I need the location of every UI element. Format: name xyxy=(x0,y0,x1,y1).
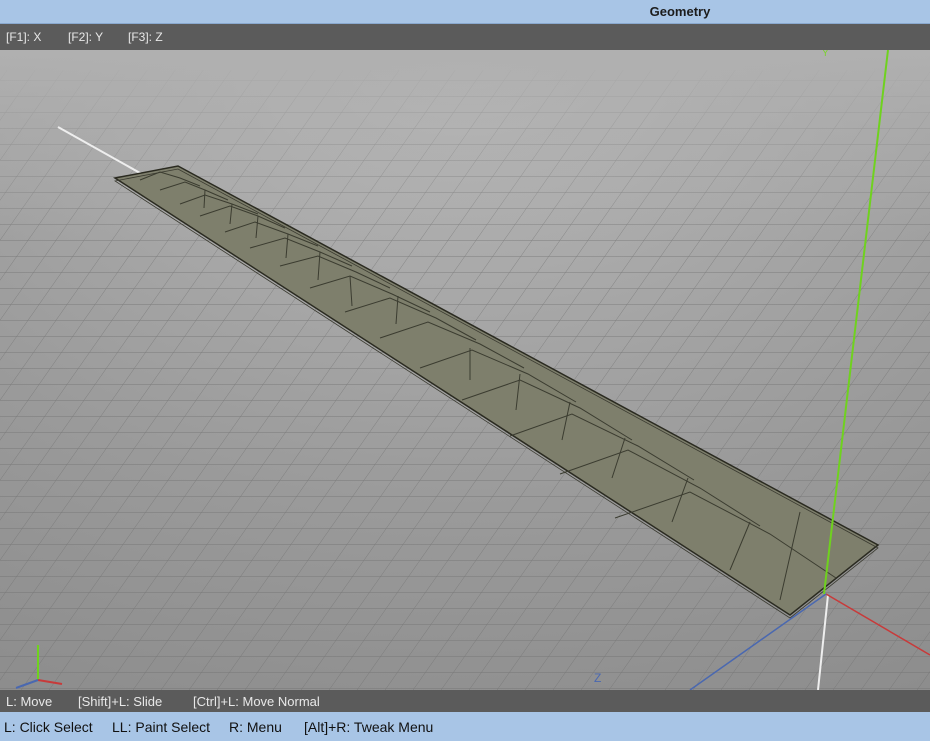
3d-viewport[interactable]: Y Z xyxy=(0,50,930,690)
tool-status-bar: L: Move [Shift]+L: Slide [Ctrl]+L: Move … xyxy=(0,690,930,712)
axis-hotkey-bar: [F1]: X [F2]: Y [F3]: Z xyxy=(0,24,930,50)
status-slide: [Shift]+L: Slide xyxy=(78,694,163,709)
y-axis-label: Y xyxy=(822,50,829,59)
title-bar: Geometry xyxy=(0,0,930,24)
viewport-canvas[interactable]: Y Z xyxy=(0,50,930,690)
help-paint-select: LL: Paint Select xyxy=(112,719,211,735)
hotkey-y[interactable]: [F2]: Y xyxy=(68,30,103,44)
hotkey-x[interactable]: [F1]: X xyxy=(6,30,41,44)
window-title: Geometry xyxy=(649,4,711,19)
mouse-help-bar: L: Click Select LL: Paint Select R: Menu… xyxy=(0,712,930,741)
help-menu: R: Menu xyxy=(229,719,282,735)
help-click-select: L: Click Select xyxy=(4,719,93,735)
z-axis-label: Z xyxy=(594,671,601,685)
status-move-normal: [Ctrl]+L: Move Normal xyxy=(193,694,320,709)
status-move: L: Move xyxy=(6,694,53,709)
hotkey-z[interactable]: [F3]: Z xyxy=(128,30,163,44)
help-tweak-menu: [Alt]+R: Tweak Menu xyxy=(304,719,434,735)
